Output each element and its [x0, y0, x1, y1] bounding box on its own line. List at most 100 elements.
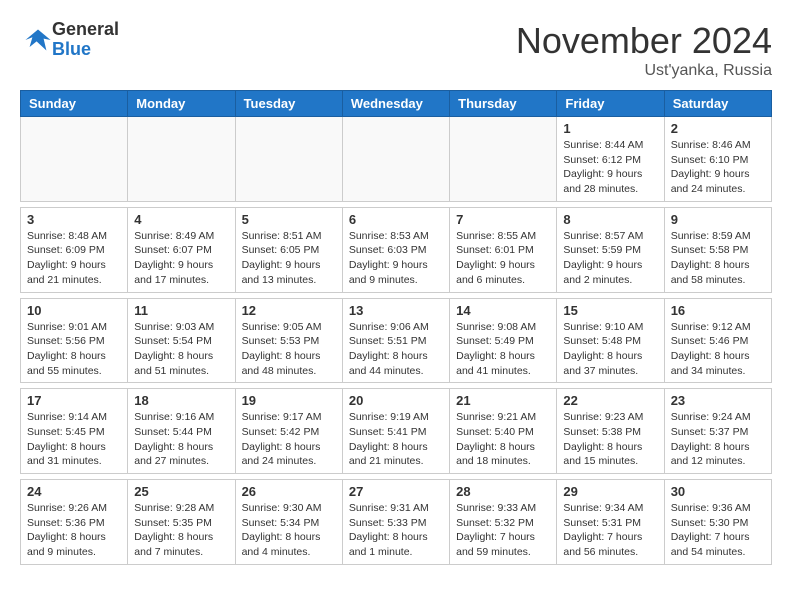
calendar-header-saturday: Saturday [664, 91, 771, 117]
day-info: Sunrise: 8:49 AMSunset: 6:07 PMDaylight:… [134, 229, 228, 288]
calendar-table: SundayMondayTuesdayWednesdayThursdayFrid… [20, 90, 772, 565]
day-number: 17 [27, 393, 121, 408]
calendar-cell: 20 Sunrise: 9:19 AMSunset: 5:41 PMDayligh… [342, 389, 449, 474]
day-number: 11 [134, 303, 228, 318]
calendar-header-tuesday: Tuesday [235, 91, 342, 117]
calendar-cell: 17 Sunrise: 9:14 AMSunset: 5:45 PMDayligh… [21, 389, 128, 474]
calendar-cell: 18 Sunrise: 9:16 AMSunset: 5:44 PMDayligh… [128, 389, 235, 474]
day-number: 12 [242, 303, 336, 318]
day-info: Sunrise: 8:48 AMSunset: 6:09 PMDaylight:… [27, 229, 121, 288]
calendar-cell: 4 Sunrise: 8:49 AMSunset: 6:07 PMDaylight… [128, 207, 235, 292]
day-info: Sunrise: 9:19 AMSunset: 5:41 PMDaylight:… [349, 410, 443, 469]
calendar-header-wednesday: Wednesday [342, 91, 449, 117]
logo-text: General Blue [52, 20, 119, 60]
day-info: Sunrise: 9:31 AMSunset: 5:33 PMDaylight:… [349, 501, 443, 560]
calendar-header-row: SundayMondayTuesdayWednesdayThursdayFrid… [21, 91, 772, 117]
logo-blue: Blue [52, 40, 119, 60]
day-info: Sunrise: 9:33 AMSunset: 5:32 PMDaylight:… [456, 501, 550, 560]
day-number: 4 [134, 212, 228, 227]
day-info: Sunrise: 9:17 AMSunset: 5:42 PMDaylight:… [242, 410, 336, 469]
calendar-cell [128, 117, 235, 202]
calendar-cell: 19 Sunrise: 9:17 AMSunset: 5:42 PMDayligh… [235, 389, 342, 474]
day-info: Sunrise: 9:01 AMSunset: 5:56 PMDaylight:… [27, 320, 121, 379]
calendar-cell: 3 Sunrise: 8:48 AMSunset: 6:09 PMDaylight… [21, 207, 128, 292]
calendar-cell [235, 117, 342, 202]
day-number: 2 [671, 121, 765, 136]
day-info: Sunrise: 9:06 AMSunset: 5:51 PMDaylight:… [349, 320, 443, 379]
logo-general: General [52, 20, 119, 40]
day-number: 7 [456, 212, 550, 227]
day-number: 20 [349, 393, 443, 408]
day-info: Sunrise: 8:51 AMSunset: 6:05 PMDaylight:… [242, 229, 336, 288]
day-info: Sunrise: 9:34 AMSunset: 5:31 PMDaylight:… [563, 501, 657, 560]
day-info: Sunrise: 9:23 AMSunset: 5:38 PMDaylight:… [563, 410, 657, 469]
day-number: 28 [456, 484, 550, 499]
day-info: Sunrise: 9:16 AMSunset: 5:44 PMDaylight:… [134, 410, 228, 469]
day-number: 18 [134, 393, 228, 408]
calendar-week-row: 1 Sunrise: 8:44 AMSunset: 6:12 PMDaylight… [21, 117, 772, 202]
calendar-header-friday: Friday [557, 91, 664, 117]
calendar-cell: 6Sunrise: 8:53 AMSunset: 6:03 PMDaylight… [342, 207, 449, 292]
day-info: Sunrise: 9:14 AMSunset: 5:45 PMDaylight:… [27, 410, 121, 469]
day-number: 26 [242, 484, 336, 499]
calendar-cell: 14 Sunrise: 9:08 AMSunset: 5:49 PMDayligh… [450, 298, 557, 383]
calendar-cell: 1 Sunrise: 8:44 AMSunset: 6:12 PMDaylight… [557, 117, 664, 202]
day-number: 6 [349, 212, 443, 227]
day-info: Sunrise: 9:05 AMSunset: 5:53 PMDaylight:… [242, 320, 336, 379]
calendar-cell: 15 Sunrise: 9:10 AMSunset: 5:48 PMDayligh… [557, 298, 664, 383]
day-info: Sunrise: 9:08 AMSunset: 5:49 PMDaylight:… [456, 320, 550, 379]
calendar-header-monday: Monday [128, 91, 235, 117]
calendar-cell: 22 Sunrise: 9:23 AMSunset: 5:38 PMDayligh… [557, 389, 664, 474]
calendar-cell: 24 Sunrise: 9:26 AMSunset: 5:36 PMDayligh… [21, 480, 128, 565]
day-number: 16 [671, 303, 765, 318]
day-number: 15 [563, 303, 657, 318]
calendar-cell: 29Sunrise: 9:34 AMSunset: 5:31 PMDayligh… [557, 480, 664, 565]
calendar-cell: 2 Sunrise: 8:46 AMSunset: 6:10 PMDaylight… [664, 117, 771, 202]
day-info: Sunrise: 9:26 AMSunset: 5:36 PMDaylight:… [27, 501, 121, 560]
day-info: Sunrise: 8:46 AMSunset: 6:10 PMDaylight:… [671, 138, 765, 197]
day-info: Sunrise: 9:12 AMSunset: 5:46 PMDaylight:… [671, 320, 765, 379]
day-info: Sunrise: 9:10 AMSunset: 5:48 PMDaylight:… [563, 320, 657, 379]
calendar-cell: 12 Sunrise: 9:05 AMSunset: 5:53 PMDayligh… [235, 298, 342, 383]
calendar-cell: 30 Sunrise: 9:36 AMSunset: 5:30 PMDayligh… [664, 480, 771, 565]
day-info: Sunrise: 9:36 AMSunset: 5:30 PMDaylight:… [671, 501, 765, 560]
calendar-cell [21, 117, 128, 202]
calendar-week-row: 10 Sunrise: 9:01 AMSunset: 5:56 PMDayligh… [21, 298, 772, 383]
day-info: Sunrise: 8:59 AMSunset: 5:58 PMDaylight:… [671, 229, 765, 288]
calendar-cell: 8Sunrise: 8:57 AMSunset: 5:59 PMDaylight… [557, 207, 664, 292]
day-number: 10 [27, 303, 121, 318]
logo: General Blue [20, 20, 119, 60]
calendar-cell: 11 Sunrise: 9:03 AMSunset: 5:54 PMDayligh… [128, 298, 235, 383]
day-info: Sunrise: 8:44 AMSunset: 6:12 PMDaylight:… [563, 138, 657, 197]
day-number: 9 [671, 212, 765, 227]
day-number: 14 [456, 303, 550, 318]
day-number: 23 [671, 393, 765, 408]
page-header: General Blue November 2024 Ust'yanka, Ru… [20, 20, 772, 80]
calendar-cell: 10 Sunrise: 9:01 AMSunset: 5:56 PMDayligh… [21, 298, 128, 383]
day-info: Sunrise: 9:21 AMSunset: 5:40 PMDaylight:… [456, 410, 550, 469]
day-number: 22 [563, 393, 657, 408]
calendar-cell: 7 Sunrise: 8:55 AMSunset: 6:01 PMDaylight… [450, 207, 557, 292]
day-number: 30 [671, 484, 765, 499]
day-number: 5 [242, 212, 336, 227]
calendar-cell: 27 Sunrise: 9:31 AMSunset: 5:33 PMDayligh… [342, 480, 449, 565]
calendar-header-sunday: Sunday [21, 91, 128, 117]
calendar-cell: 23 Sunrise: 9:24 AMSunset: 5:37 PMDayligh… [664, 389, 771, 474]
day-number: 19 [242, 393, 336, 408]
calendar-cell: 21 Sunrise: 9:21 AMSunset: 5:40 PMDayligh… [450, 389, 557, 474]
calendar-cell: 25Sunrise: 9:28 AMSunset: 5:35 PMDayligh… [128, 480, 235, 565]
day-number: 27 [349, 484, 443, 499]
day-number: 3 [27, 212, 121, 227]
day-number: 1 [563, 121, 657, 136]
calendar-header-thursday: Thursday [450, 91, 557, 117]
day-number: 25 [134, 484, 228, 499]
location-title: Ust'yanka, Russia [516, 62, 772, 80]
day-info: Sunrise: 8:55 AMSunset: 6:01 PMDaylight:… [456, 229, 550, 288]
calendar-week-row: 24 Sunrise: 9:26 AMSunset: 5:36 PMDayligh… [21, 480, 772, 565]
day-info: Sunrise: 9:24 AMSunset: 5:37 PMDaylight:… [671, 410, 765, 469]
day-info: Sunrise: 9:03 AMSunset: 5:54 PMDaylight:… [134, 320, 228, 379]
calendar-week-row: 3 Sunrise: 8:48 AMSunset: 6:09 PMDaylight… [21, 207, 772, 292]
calendar-week-row: 17 Sunrise: 9:14 AMSunset: 5:45 PMDayligh… [21, 389, 772, 474]
day-number: 24 [27, 484, 121, 499]
day-number: 21 [456, 393, 550, 408]
